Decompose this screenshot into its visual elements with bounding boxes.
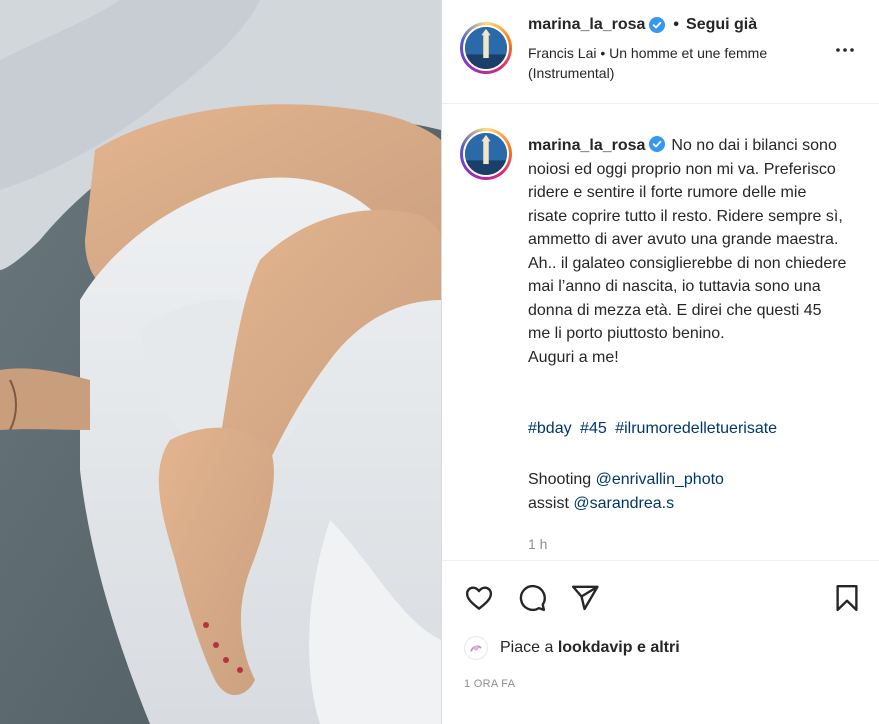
hashtags: #bday #45 #ilrumoredelletuerisate	[528, 420, 781, 438]
caption-text: marina_la_rosa No no dai i bilanci sono n…	[528, 134, 848, 369]
hashtag-link[interactable]: #45	[580, 420, 607, 437]
post-photo[interactable]	[0, 0, 441, 724]
caption-username[interactable]: marina_la_rosa	[528, 137, 645, 154]
likes-prefix: Piace a	[500, 639, 554, 656]
verified-badge-icon	[649, 17, 666, 33]
audio-track[interactable]: Francis Lai • Un homme et une femme (Ins…	[528, 43, 828, 83]
liker-avatar[interactable]	[464, 636, 488, 660]
assist-label: assist	[528, 494, 569, 512]
likes-others[interactable]: e altri	[637, 639, 680, 657]
paper-plane-icon[interactable]	[570, 583, 600, 613]
credits: Shooting @enrivallin_photo assist @saran…	[528, 468, 724, 515]
caption-body: No no dai i bilanci sono noiosi ed oggi …	[528, 137, 847, 366]
avatar-image	[465, 133, 507, 175]
liker-avatar-image	[466, 638, 486, 658]
hashtag-link[interactable]: #ilrumoredelletuerisate	[615, 420, 777, 437]
action-bar	[442, 560, 879, 630]
avatar-image	[465, 27, 507, 69]
author-username[interactable]: marina_la_rosa	[528, 16, 645, 34]
post-details-panel: marina_la_rosa • Segui già Francis Lai •…	[441, 0, 879, 724]
more-options-icon[interactable]	[833, 38, 857, 62]
caption-avatar[interactable]	[460, 128, 512, 180]
assistant-mention[interactable]: @sarandrea.s	[573, 495, 674, 512]
verified-badge-icon	[649, 136, 666, 152]
heart-icon[interactable]	[464, 583, 494, 613]
photo-illustration	[0, 0, 441, 724]
bookmark-icon[interactable]	[832, 583, 862, 613]
hashtag-link[interactable]: #bday	[528, 420, 572, 437]
liker-username[interactable]: lookdavip	[558, 639, 633, 657]
caption-section: marina_la_rosa No no dai i bilanci sono n…	[442, 104, 879, 559]
post-header: marina_la_rosa • Segui già Francis Lai •…	[442, 0, 879, 104]
shooting-label: Shooting	[528, 471, 592, 488]
likes-summary[interactable]: Piace a lookdavip e altri	[464, 636, 680, 660]
header-user-row: marina_la_rosa • Segui già	[528, 16, 757, 34]
separator-dot: •	[673, 16, 680, 33]
post-timestamp[interactable]: 1 ORA FA	[464, 678, 515, 690]
caption-age: 1 h	[528, 536, 548, 552]
follow-button[interactable]: Segui già	[686, 16, 757, 34]
photographer-mention[interactable]: @enrivallin_photo	[596, 471, 724, 488]
author-avatar[interactable]	[460, 22, 512, 74]
comment-icon[interactable]	[517, 583, 547, 613]
